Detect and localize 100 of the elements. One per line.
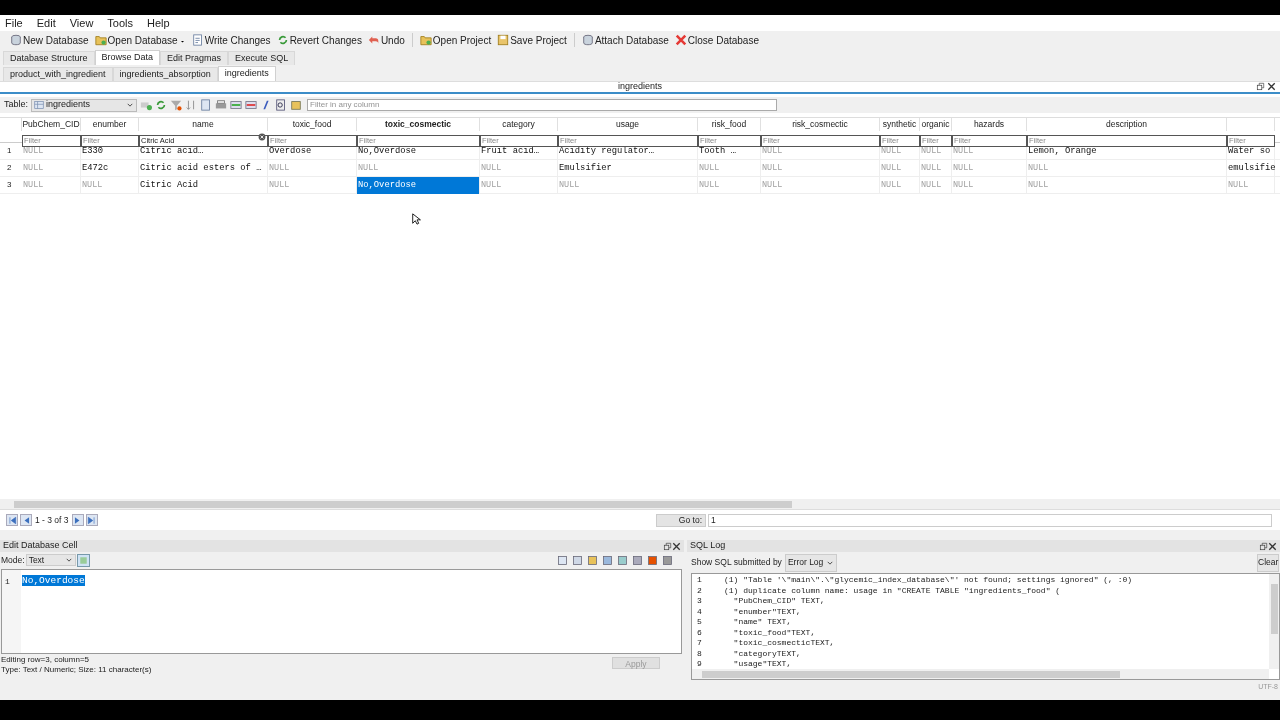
status-text: Type: Text / Numeric; Size: 11 character(s) (1, 665, 153, 675)
table-cell[interactable]: Tooth … (698, 143, 761, 160)
line-number: 5 (696, 616, 703, 629)
tab[interactable]: Execute SQL (228, 51, 296, 65)
printer-icon[interactable] (661, 554, 673, 566)
document-icon[interactable] (200, 99, 213, 111)
table-cell[interactable]: Lemon, Orange (1027, 143, 1227, 160)
table-cell[interactable]: emulsifie (1227, 160, 1275, 177)
column-header[interactable]: organic (920, 118, 952, 131)
column-header[interactable]: description (1027, 118, 1227, 131)
last-page-icon[interactable] (87, 515, 97, 525)
table-cell[interactable]: E472c (81, 160, 139, 177)
label: Mode: (1, 553, 25, 567)
export-icon[interactable] (631, 554, 643, 566)
list-icon[interactable] (571, 554, 583, 566)
close-icon (1268, 541, 1277, 551)
printer-icon[interactable] (215, 99, 228, 111)
column-header[interactable]: usage (558, 118, 698, 131)
table-cell[interactable]: Overdose (268, 143, 357, 160)
panel-title: SQL Log (690, 539, 727, 553)
table-cell[interactable]: No,Overdose (357, 177, 480, 194)
column-header[interactable]: risk_food (698, 118, 761, 131)
save-icon[interactable] (601, 554, 613, 566)
restore-icon (663, 541, 672, 551)
toolbar-button[interactable]: Write Changes (189, 32, 273, 48)
toolbar-button[interactable]: Undo (365, 32, 407, 48)
vertical-scrollbar[interactable] (1269, 574, 1279, 669)
tab[interactable]: Database Structure (3, 51, 95, 65)
cell-value: No,Overdose (22, 575, 85, 586)
column-header[interactable]: toxic_food (268, 118, 357, 131)
paint-icon[interactable] (290, 99, 303, 111)
tab[interactable]: ingredients (217, 66, 276, 81)
auto-switch-icon[interactable] (78, 555, 88, 565)
insert-row-icon[interactable] (230, 99, 243, 111)
menu-item[interactable]: View (69, 17, 94, 29)
tab[interactable]: Browse Data (94, 50, 161, 65)
goto-field[interactable]: 1 (708, 513, 1272, 527)
clear-icon[interactable] (258, 133, 266, 141)
column-header[interactable]: enumber (81, 118, 139, 131)
toolbar-button[interactable]: Attach Database (579, 32, 671, 48)
log-line: (1) duplicate column name: usage in "CREATE TABLE "ingredients_food" ( (724, 584, 1061, 597)
toolbar-button[interactable]: New Database (8, 32, 91, 48)
toolbar-button[interactable]: Close Database (672, 32, 761, 48)
column-header[interactable]: name (139, 118, 268, 131)
menu-item[interactable]: Help (147, 17, 170, 29)
column-header[interactable]: PubChem_CID (22, 118, 81, 131)
refresh-icon (276, 34, 289, 46)
log-line: (1) "Table '\"main\".\"glycemic_index_database\"' not found; settings ignored" (, :0) (724, 574, 1133, 587)
line-number: 1 (5, 577, 10, 586)
refresh-icon[interactable] (155, 99, 168, 111)
column-header[interactable]: synthetic (880, 118, 920, 131)
horizontal-scrollbar[interactable] (0, 499, 1280, 509)
line-number: 7 (696, 637, 703, 650)
table-cell[interactable]: Water so (1227, 143, 1275, 160)
line-number: 4 (696, 605, 703, 618)
toolbar-button[interactable]: Save Project (495, 32, 569, 48)
toolbar-button[interactable]: Revert Changes (274, 32, 364, 48)
column-header[interactable]: risk_cosmectic (761, 118, 880, 131)
tab[interactable]: Edit Pragmas (160, 51, 229, 65)
delete-row-icon[interactable] (245, 99, 258, 111)
toolbar-button[interactable]: Open Database (92, 32, 188, 48)
null-icon[interactable] (646, 554, 658, 566)
table-cell[interactable]: Citric acid… (139, 143, 268, 160)
horizontal-scrollbar[interactable] (692, 669, 1269, 679)
filter-field[interactable]: Filter in any column (307, 99, 778, 111)
log-line: "enumber"TEXT, (732, 605, 801, 618)
tab[interactable]: ingredients_absorption (112, 67, 218, 81)
table-cell[interactable]: Acidity regulator… (558, 143, 698, 160)
add-row-icon[interactable] (140, 99, 153, 111)
toolbar-button[interactable]: Open Project (417, 32, 494, 48)
label: Table: (4, 98, 29, 112)
first-page-icon[interactable] (7, 515, 17, 525)
table-dropdown[interactable]: ingredients (31, 98, 138, 112)
table-cell[interactable]: Citric acid esters of … (139, 160, 268, 177)
table-cell[interactable]: E330 (81, 143, 139, 160)
import-icon[interactable] (616, 554, 628, 566)
column-header[interactable]: category (480, 118, 558, 131)
cell-editor[interactable]: 1 No,Overdose (1, 569, 682, 654)
menu-item[interactable]: Tools (107, 17, 134, 29)
table-cell[interactable]: Citric Acid (139, 177, 268, 194)
close-icon (672, 541, 681, 551)
folder-icon[interactable] (586, 554, 598, 566)
filter-icon[interactable] (170, 99, 183, 111)
text-icon[interactable] (556, 554, 568, 566)
column-header[interactable]: toxic_cosmectic (357, 118, 480, 131)
column-header[interactable]: hazards (952, 118, 1027, 131)
tab[interactable]: product_with_ingredient (3, 67, 113, 81)
save-icon (497, 34, 510, 46)
log-line: "PubChem_CID" TEXT, (732, 595, 825, 608)
caret-icon (64, 556, 73, 564)
table-cell[interactable]: Emulsifier (558, 160, 698, 177)
label: Show SQL submitted by (691, 556, 782, 569)
menu-item[interactable]: File (5, 17, 23, 29)
log-line: "name" TEXT, (732, 616, 792, 629)
table-cell[interactable]: No,Overdose (357, 143, 480, 160)
clear-button[interactable]: Clear (1257, 553, 1279, 572)
log-filter-dropdown[interactable]: Error Log (784, 553, 837, 572)
mode-dropdown[interactable]: Text (25, 554, 76, 566)
table-cell[interactable]: Fruit acid… (480, 143, 558, 160)
menu-item[interactable]: Edit (36, 17, 56, 29)
